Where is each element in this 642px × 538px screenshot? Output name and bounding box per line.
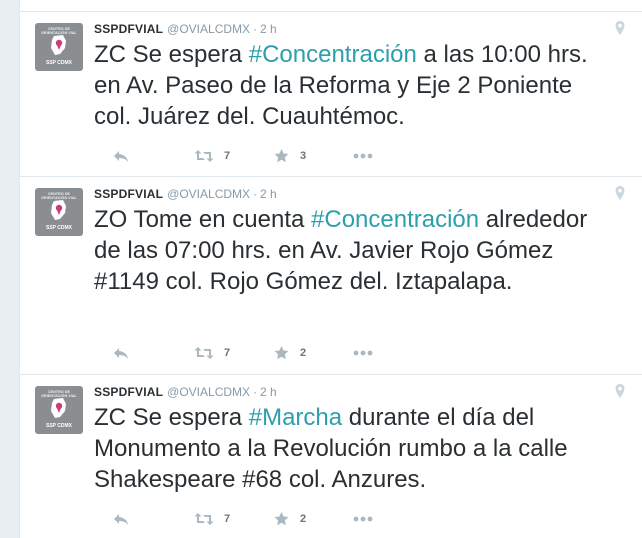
tweet-header: SSPDFVIAL @OVIALCDMX · 2 h	[94, 186, 277, 202]
tweet-text-part: ZC Se espera	[94, 41, 249, 68]
retweet-icon	[194, 513, 214, 525]
timeline: CENTRO DE ORIENTACIÓN VIAL SSP CDMX SSPD…	[19, 0, 642, 538]
display-name[interactable]: SSPDFVIAL	[94, 187, 163, 201]
retweet-count: 7	[224, 513, 231, 525]
location-pin-icon[interactable]	[614, 20, 626, 36]
favorite-button[interactable]: 2	[273, 511, 306, 527]
reply-button[interactable]	[113, 148, 130, 164]
user-handle[interactable]: @OVIALCDMX	[167, 385, 250, 399]
retweet-button[interactable]: 7	[194, 148, 230, 164]
reply-button[interactable]	[113, 345, 130, 361]
retweet-icon	[194, 347, 214, 359]
favorite-count: 2	[300, 347, 307, 359]
avatar[interactable]: CENTRO DE ORIENTACIÓN VIAL SSP CDMX	[35, 386, 83, 434]
hashtag-link[interactable]: #Concentración	[249, 41, 417, 68]
star-icon	[274, 512, 289, 526]
avatar-label: SSP CDMX	[45, 60, 73, 66]
display-name[interactable]: SSPDFVIAL	[94, 385, 163, 399]
favorite-button[interactable]: 3	[273, 148, 306, 164]
header-separator: ·	[253, 385, 258, 399]
tweet-text: ZC Se espera #Concentración a las 10:00 …	[94, 39, 614, 132]
header-separator: ·	[253, 187, 258, 201]
more-icon	[353, 516, 373, 522]
tweet-header: SSPDFVIAL @OVIALCDMX · 2 h	[94, 21, 277, 37]
favorite-button[interactable]: 2	[273, 345, 306, 361]
tweet[interactable]: CENTRO DE ORIENTACIÓN VIAL SSP CDMX SSPD…	[20, 11, 642, 177]
more-icon	[353, 153, 373, 159]
display-name[interactable]: SSPDFVIAL	[94, 22, 163, 36]
star-icon	[274, 346, 289, 360]
retweet-button[interactable]: 7	[194, 345, 230, 361]
avatar[interactable]: CENTRO DE ORIENTACIÓN VIAL SSP CDMX	[35, 188, 83, 236]
hashtag-link[interactable]: #Marcha	[249, 404, 342, 431]
more-button[interactable]	[353, 511, 373, 527]
user-handle[interactable]: @OVIALCDMX	[167, 187, 250, 201]
avatar-map-icon	[51, 200, 66, 220]
location-pin-icon[interactable]	[614, 383, 626, 399]
header-separator: ·	[253, 22, 258, 36]
tweet-header: SSPDFVIAL @OVIALCDMX · 2 h	[94, 384, 277, 400]
more-button[interactable]	[353, 148, 373, 164]
tweet-text-part: ZO Tome en cuenta	[94, 206, 312, 233]
avatar-map-icon	[51, 398, 66, 418]
reply-icon	[114, 151, 128, 162]
star-icon	[274, 149, 289, 163]
avatar-map-icon	[51, 35, 66, 55]
retweet-button[interactable]: 7	[194, 511, 230, 527]
tweet-text: ZO Tome en cuenta #Concentración alreded…	[94, 204, 614, 297]
more-icon	[353, 350, 373, 356]
tweet-actions: 7 2	[94, 345, 414, 361]
tweet-timestamp[interactable]: 2 h	[260, 385, 277, 399]
reply-icon	[114, 514, 128, 525]
reply-button[interactable]	[113, 511, 130, 527]
tweet-text-part: ZC Se espera	[94, 404, 249, 431]
retweet-icon	[194, 150, 214, 162]
favorite-count: 2	[300, 513, 307, 525]
avatar[interactable]: CENTRO DE ORIENTACIÓN VIAL SSP CDMX	[35, 23, 83, 71]
tweet[interactable]: CENTRO DE ORIENTACIÓN VIAL SSP CDMX SSPD…	[20, 375, 642, 538]
location-pin-icon[interactable]	[614, 185, 626, 201]
favorite-count: 3	[300, 150, 307, 162]
tweet-actions: 7 3	[94, 148, 414, 164]
tweet[interactable]: CENTRO DE ORIENTACIÓN VIAL SSP CDMX SSPD…	[20, 177, 642, 375]
avatar-label: SSP CDMX	[45, 225, 73, 231]
retweet-count: 7	[224, 150, 231, 162]
hashtag-link[interactable]: #Concentración	[311, 206, 479, 233]
reply-icon	[114, 348, 128, 359]
retweet-count: 7	[224, 347, 231, 359]
user-handle[interactable]: @OVIALCDMX	[167, 22, 250, 36]
tweet-actions: 7 2	[94, 511, 414, 527]
tweet-timestamp[interactable]: 2 h	[260, 187, 277, 201]
avatar-label: SSP CDMX	[45, 423, 73, 429]
more-button[interactable]	[353, 345, 373, 361]
tweet-text: ZC Se espera #Marcha durante el día del …	[94, 402, 614, 495]
tweet-timestamp[interactable]: 2 h	[260, 22, 277, 36]
